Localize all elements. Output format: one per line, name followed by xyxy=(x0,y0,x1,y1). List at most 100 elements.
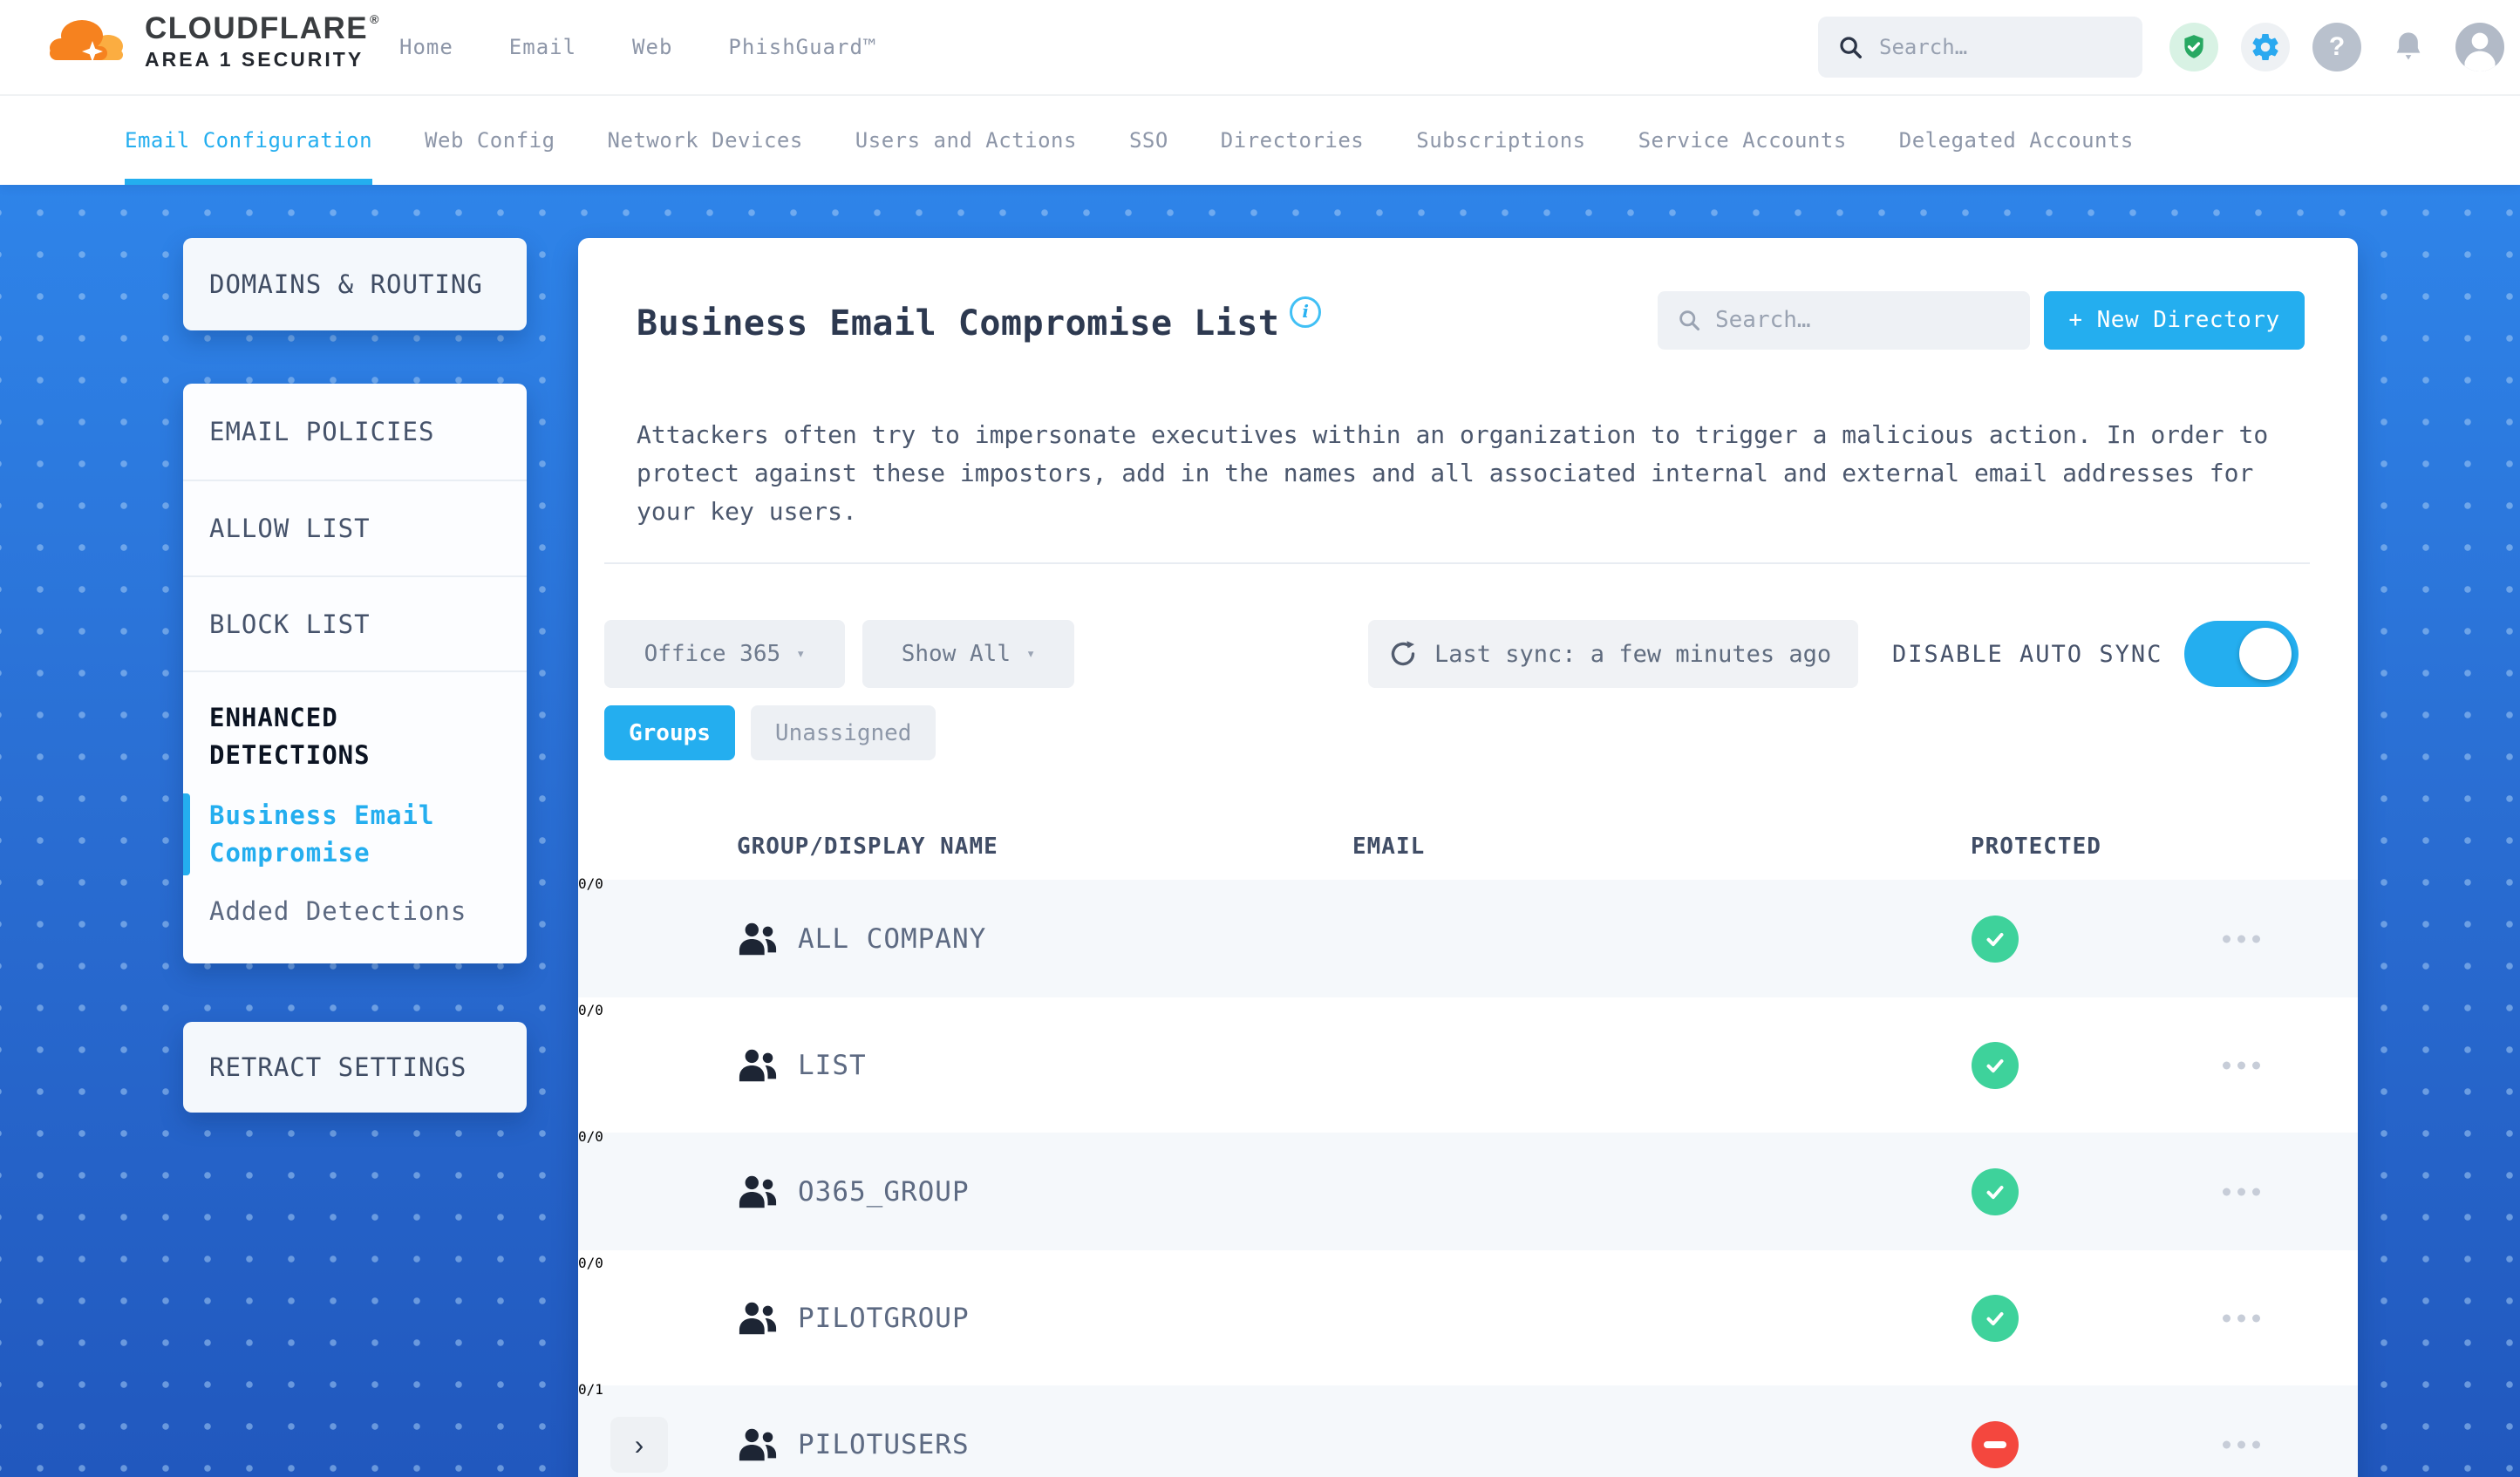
new-directory-button[interactable]: + New Directory xyxy=(2044,290,2305,350)
settings-gear-icon[interactable] xyxy=(2241,23,2290,71)
show-filter-value: Show All xyxy=(901,641,1011,667)
sidebar-item-email-policies[interactable]: EMAIL POLICIES xyxy=(183,384,527,481)
config-tab-label: Network Devices xyxy=(607,128,803,153)
sidebar-label: ALLOW LIST xyxy=(209,514,371,543)
config-tab-label: Email Configuration xyxy=(125,128,373,153)
config-tab[interactable]: Subscriptions xyxy=(1416,96,1585,185)
config-tab-label: Subscriptions xyxy=(1416,128,1586,153)
global-search[interactable] xyxy=(1818,17,2142,78)
auto-sync-label: DISABLE AUTO SYNC xyxy=(1892,640,2163,668)
logo-brand-row: CLOUDFLARE ® xyxy=(145,13,380,44)
protected-count: 0/0 xyxy=(578,1255,603,1271)
chevron-down-icon: ▾ xyxy=(796,645,806,663)
sidebar-item-domains-routing[interactable]: DOMAINS & ROUTING xyxy=(183,238,527,330)
table-row[interactable]: › LIST 0/0 xyxy=(578,1002,2358,1128)
toggle-knob xyxy=(2239,628,2292,680)
cloudflare-logo[interactable]: CLOUDFLARE ® AREA 1 SECURITY xyxy=(47,12,380,70)
security-shield-icon[interactable] xyxy=(2169,23,2218,71)
config-tab[interactable]: Email Configuration xyxy=(125,96,373,185)
top-nav-link[interactable]: Web xyxy=(632,35,672,59)
search-icon xyxy=(1840,37,1862,58)
sidebar-item-allow-list[interactable]: ALLOW LIST xyxy=(183,481,527,577)
sidebar-label: EMAIL POLICIES xyxy=(209,417,435,446)
page: CLOUDFLARE ® AREA 1 SECURITY Home Email Web… xyxy=(0,0,2520,1477)
column-header-group-name: GROUP/DISPLAY NAME xyxy=(737,833,998,860)
sidebar-label: RETRACT SETTINGS xyxy=(209,1052,467,1082)
config-tab[interactable]: Users and Actions xyxy=(855,96,1077,185)
table-body: › ALL COMPANY 0/0 › LIST xyxy=(578,875,2358,1477)
tab-groups[interactable]: Groups xyxy=(604,705,735,760)
tab-unassigned[interactable]: Unassigned xyxy=(750,705,936,760)
header-icons: ? xyxy=(2169,23,2504,71)
group-icon xyxy=(738,1426,778,1463)
sidebar-policies-card: EMAIL POLICIES ALLOW LIST BLOCK LIST ENH… xyxy=(183,384,527,963)
notifications-bell-icon[interactable] xyxy=(2384,23,2433,71)
sidebar-label: DOMAINS & ROUTING xyxy=(209,269,483,299)
account-user-icon[interactable] xyxy=(2455,23,2504,71)
protected-count: 0/0 xyxy=(578,1002,603,1018)
protected-status-icon xyxy=(1972,915,2019,963)
group-name: LIST xyxy=(798,1049,867,1081)
protected-status-icon xyxy=(1972,1167,2019,1215)
controls-row: Office 365 ▾ Show All ▾ Last sync: a few… xyxy=(604,620,2332,688)
table-row[interactable]: › O365_GROUP 0/0 xyxy=(578,1128,2358,1255)
top-nav-link[interactable]: PhishGuard™ xyxy=(728,35,876,59)
top-nav-link[interactable]: Home xyxy=(399,35,453,59)
last-sync-button[interactable]: Last sync: a few minutes ago xyxy=(1368,620,1858,688)
protected-count: 0/1 xyxy=(578,1381,603,1398)
config-tab-label: Users and Actions xyxy=(855,128,1077,153)
top-nav-link[interactable]: Email xyxy=(509,35,576,59)
row-menu-button[interactable] xyxy=(2223,1314,2260,1322)
config-tab[interactable]: SSO xyxy=(1129,96,1168,185)
divider xyxy=(604,562,2310,564)
main-card: Business Email Compromise List i + New Di… xyxy=(578,238,2358,1477)
sidebar-item-retract-settings[interactable]: RETRACT SETTINGS xyxy=(183,1022,527,1113)
row-menu-button[interactable] xyxy=(2223,935,2260,943)
directory-filter-dropdown[interactable]: Office 365 ▾ xyxy=(604,620,845,688)
refresh-icon xyxy=(1391,641,1415,666)
row-menu-button[interactable] xyxy=(2223,1188,2260,1195)
group-icon xyxy=(738,1047,778,1084)
expand-row-button[interactable]: › xyxy=(610,1416,668,1473)
group-name: ALL COMPANY xyxy=(798,922,987,955)
protected-status-icon xyxy=(1972,1420,2019,1468)
table-row[interactable]: › PILOTGROUP 0/0 xyxy=(578,1255,2358,1381)
sidebar-item-added-detections[interactable]: Added Detections xyxy=(183,893,527,930)
config-tab[interactable]: Delegated Accounts xyxy=(1899,96,2134,185)
group-icon xyxy=(738,1300,778,1337)
global-search-input[interactable] xyxy=(1877,34,2116,60)
config-tab[interactable]: Network Devices xyxy=(608,96,803,185)
group-icon xyxy=(738,921,778,957)
row-menu-button[interactable] xyxy=(2223,1440,2260,1448)
cloudflare-cloud-icon xyxy=(50,20,123,62)
auto-sync-toggle[interactable] xyxy=(2184,621,2299,687)
sidebar-item-block-list[interactable]: BLOCK LIST xyxy=(183,577,527,672)
config-tab[interactable]: Directories xyxy=(1221,96,1364,185)
sidebar-label: BLOCK LIST xyxy=(209,609,371,639)
protected-count: 0/0 xyxy=(578,875,603,892)
logo-subtitle: AREA 1 SECURITY xyxy=(145,47,364,71)
protected-count: 0/0 xyxy=(578,1128,603,1145)
sidebar-item-enhanced-detections[interactable]: ENHANCED DETECTIONS xyxy=(209,699,506,774)
table-row[interactable]: › PILOTUSERS 0/1 xyxy=(578,1381,2358,1477)
sidebar-item-business-email-compromise[interactable]: Business Email Compromise xyxy=(183,793,527,875)
protected-status-icon xyxy=(1972,1041,2019,1089)
config-tab-label: Web Config xyxy=(425,128,555,153)
help-icon[interactable]: ? xyxy=(2312,23,2361,71)
directory-search-input[interactable] xyxy=(1713,306,2005,334)
row-menu-button[interactable] xyxy=(2223,1061,2260,1069)
info-icon[interactable]: i xyxy=(1290,296,1322,328)
config-tab[interactable]: Web Config xyxy=(425,96,555,185)
top-nav: Home Email Web PhishGuard™ xyxy=(399,0,876,94)
table-row[interactable]: › ALL COMPANY 0/0 xyxy=(578,875,2358,1002)
minus-icon xyxy=(1984,1440,2006,1448)
group-icon xyxy=(738,1174,778,1210)
config-tab-label: Delegated Accounts xyxy=(1898,128,2134,153)
group-name: PILOTGROUP xyxy=(798,1302,970,1334)
page-title-text: Business Email Compromise List xyxy=(637,303,1280,344)
directory-search[interactable] xyxy=(1658,290,2030,350)
config-tab[interactable]: Service Accounts xyxy=(1638,96,1847,185)
config-tabs-nav: Email Configuration Web Config Network Dev… xyxy=(0,96,2520,185)
show-filter-dropdown[interactable]: Show All ▾ xyxy=(862,620,1074,688)
table-header: GROUP/DISPLAY NAME EMAIL PROTECTED xyxy=(578,817,2358,875)
